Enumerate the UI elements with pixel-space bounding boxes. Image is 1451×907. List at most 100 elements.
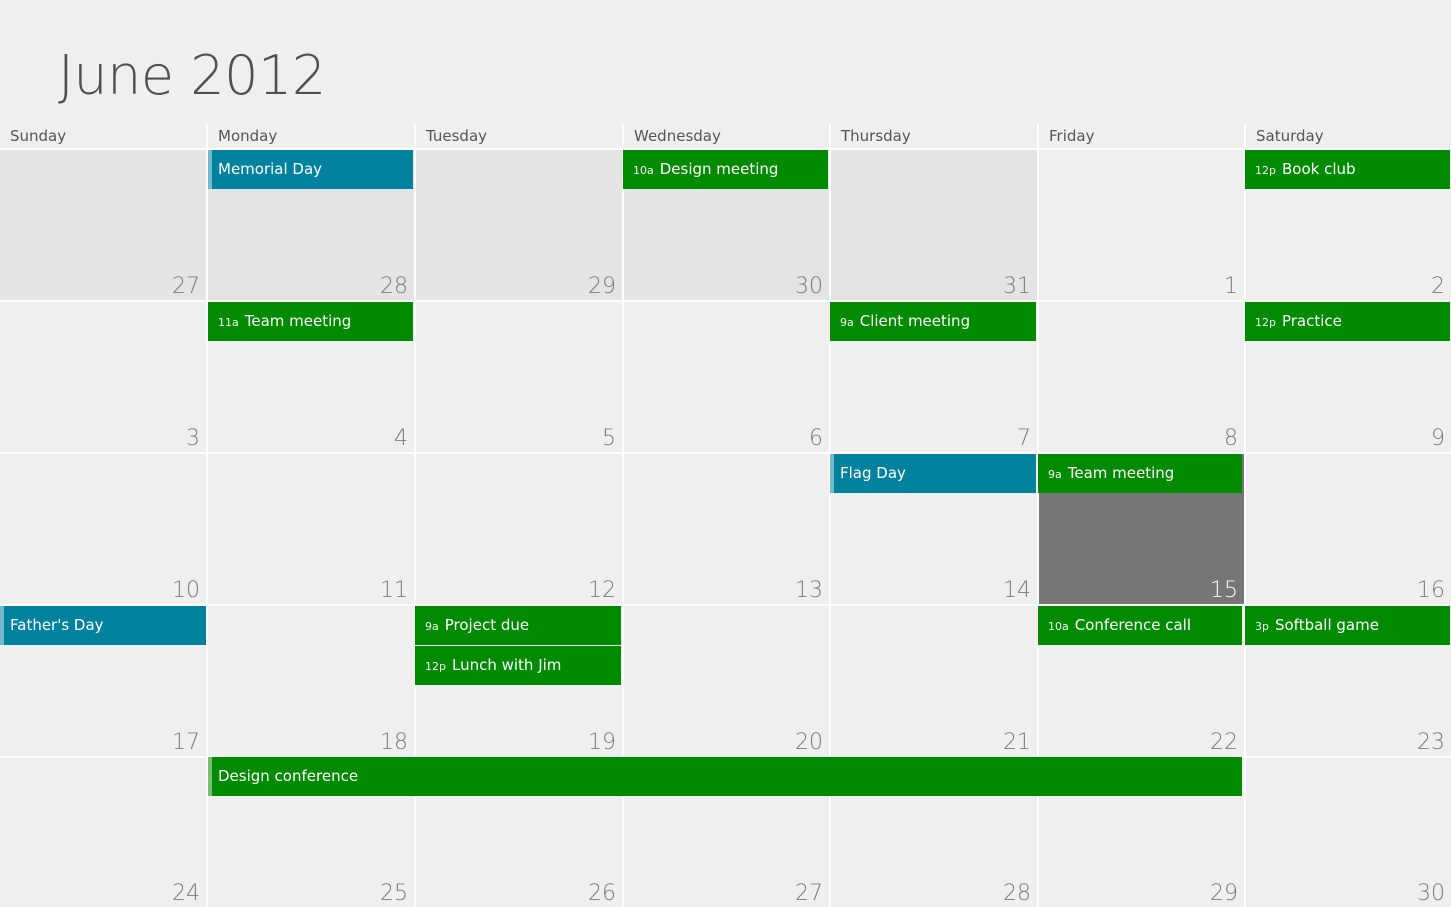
event-title: Father's Day [10,616,104,634]
event-practice[interactable]: 12p Practice [1245,302,1450,341]
weekday-wednesday: Wednesday [622,124,829,148]
day-number: 4 [394,426,408,451]
day-number: 10 [172,578,200,603]
event-lunch-with-jim[interactable]: 12p Lunch with Jim [415,646,621,685]
event-title: Conference call [1074,616,1192,634]
event-client-meeting[interactable]: 9a Client meeting [830,302,1036,341]
month-title: June 2012 [58,44,326,107]
day-number: 20 [795,730,823,755]
day-cell[interactable]: 8 [1039,302,1244,452]
day-cell[interactable]: 6 [624,302,829,452]
day-number: 28 [380,274,408,299]
day-number: 27 [172,274,200,299]
day-number: 26 [588,881,616,906]
event-project-due[interactable]: 9a Project due [415,606,621,645]
event-title: Design meeting [659,160,779,178]
event-team-meeting[interactable]: 11a Team meeting [208,302,413,341]
event-title: Book club [1281,160,1356,178]
weekday-monday: Monday [206,124,414,148]
day-cell[interactable]: 16 [1246,454,1451,604]
event-memorial-day[interactable]: Memorial Day [208,150,413,189]
event-time: 10a [633,164,654,177]
day-number: 9 [1431,426,1445,451]
event-time: 9a [840,316,854,329]
event-team-meeting[interactable]: 9a Team meeting [1038,454,1242,493]
day-number: 27 [795,881,823,906]
weekday-tuesday: Tuesday [414,124,622,148]
day-number: 12 [588,578,616,603]
day-number: 15 [1210,578,1238,603]
day-number: 25 [380,881,408,906]
day-number: 13 [795,578,823,603]
day-cell[interactable]: 27 [0,150,206,300]
event-time: 11a [218,316,239,329]
day-cell[interactable]: 5 [416,302,622,452]
day-number: 21 [1003,730,1031,755]
day-number: 14 [1003,578,1031,603]
day-number: 29 [1210,881,1238,906]
day-cell[interactable]: 30 [1246,758,1451,907]
event-design-meeting[interactable]: 10a Design meeting [623,150,828,189]
day-cell[interactable]: 1 [1039,150,1244,300]
day-number: 6 [809,426,823,451]
day-cell[interactable]: 3 [0,302,206,452]
day-number: 22 [1210,730,1238,755]
day-cell[interactable]: 31 [831,150,1037,300]
day-number: 30 [795,274,823,299]
day-cell[interactable]: 21 [831,606,1037,756]
event-title: Memorial Day [218,160,323,178]
event-fathers-day[interactable]: Father's Day [0,606,206,645]
weekday-friday: Friday [1037,124,1244,148]
event-book-club[interactable]: 12p Book club [1245,150,1450,189]
weekday-saturday: Saturday [1244,124,1451,148]
day-number: 8 [1224,426,1238,451]
day-number: 18 [380,730,408,755]
day-cell[interactable]: 24 [0,758,206,907]
event-time: 12p [1255,164,1276,177]
event-softball-game[interactable]: 3p Softball game [1245,606,1450,645]
event-title: Client meeting [859,312,971,330]
day-number: 30 [1417,881,1445,906]
event-time: 9a [1048,468,1062,481]
event-title: Lunch with Jim [451,656,562,674]
event-flag-day[interactable]: Flag Day [830,454,1036,493]
event-title: Team meeting [244,312,352,330]
day-number: 7 [1017,426,1031,451]
day-cell[interactable]: 20 [624,606,829,756]
day-number: 1 [1224,274,1238,299]
calendar-app: June 2012 Sunday Monday Tuesday Wednesda… [0,0,1451,907]
weekday-thursday: Thursday [829,124,1037,148]
day-number: 5 [602,426,616,451]
day-number: 29 [588,274,616,299]
day-number: 11 [380,578,408,603]
event-title: Softball game [1274,616,1379,634]
event-title: Project due [444,616,530,634]
day-number: 17 [172,730,200,755]
day-cell[interactable]: 12 [416,454,622,604]
day-cell[interactable]: 10 [0,454,206,604]
day-number: 19 [588,730,616,755]
day-number: 24 [172,881,200,906]
day-number: 2 [1431,274,1445,299]
event-time: 10a [1048,620,1069,633]
event-title: Team meeting [1067,464,1175,482]
event-design-conference[interactable]: Design conference [208,757,1242,796]
day-cell[interactable]: 11 [208,454,414,604]
day-cell[interactable]: 18 [208,606,414,756]
grid-line [1244,148,1246,907]
event-time: 12p [425,660,446,673]
day-number: 23 [1417,730,1445,755]
event-time: 3p [1255,620,1269,633]
weekday-sunday: Sunday [10,127,67,145]
day-cell[interactable]: 29 [416,150,622,300]
event-time: 9a [425,620,439,633]
day-number: 16 [1417,578,1445,603]
event-time: 12p [1255,316,1276,329]
event-conference-call[interactable]: 10a Conference call [1038,606,1242,645]
event-title: Flag Day [840,464,906,482]
event-title: Design conference [218,767,359,785]
day-number: 28 [1003,881,1031,906]
day-cell[interactable]: 13 [624,454,829,604]
day-number: 3 [186,426,200,451]
day-number: 31 [1003,274,1031,299]
